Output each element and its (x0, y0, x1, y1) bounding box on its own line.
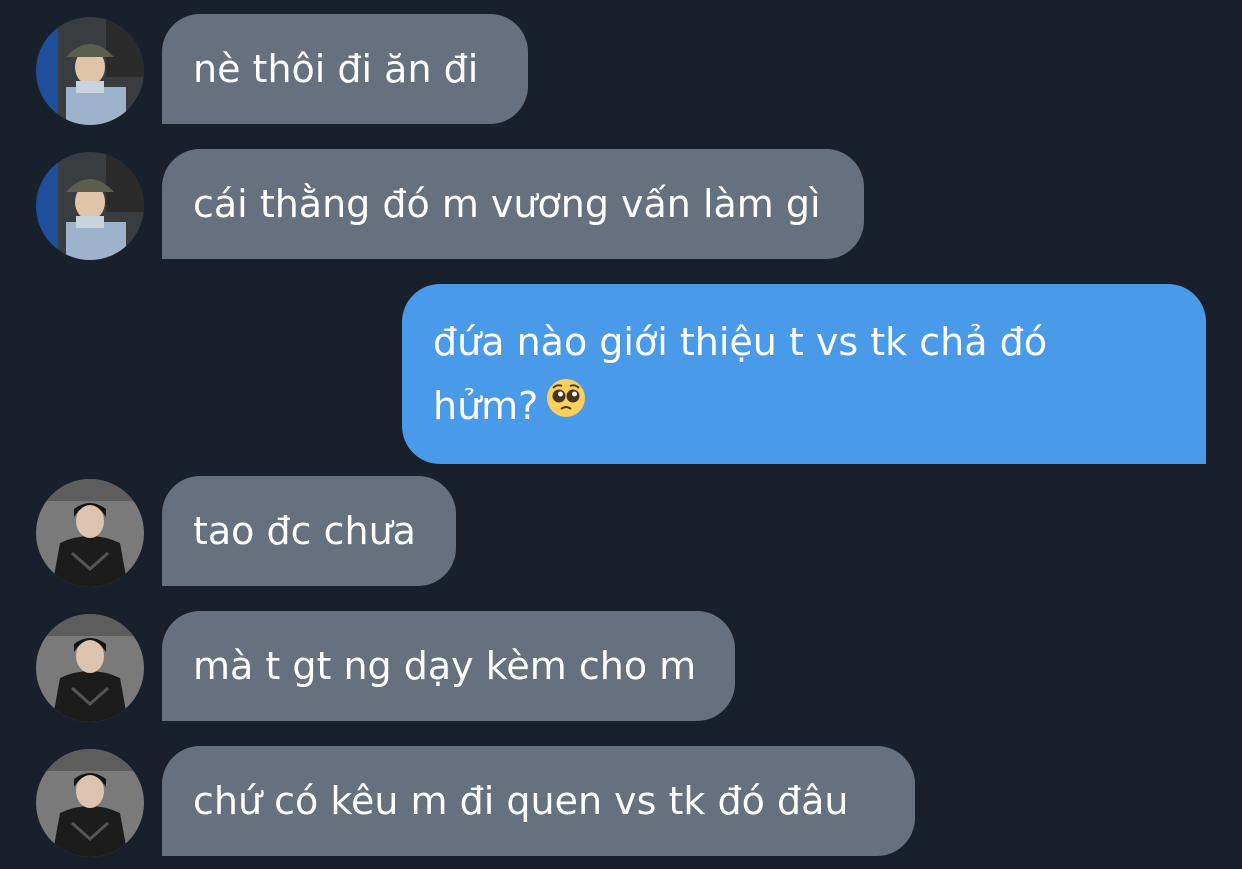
avatar[interactable] (36, 614, 144, 722)
avatar[interactable] (36, 152, 144, 260)
message-row: cái thằng đó m vương vấn làm gì (0, 149, 1242, 261)
received-message-bubble[interactable]: cái thằng đó m vương vấn làm gì (162, 149, 864, 259)
avatar[interactable] (36, 479, 144, 587)
pleading-face-emoji-icon (546, 373, 586, 437)
message-text-line: hửm? (433, 374, 1176, 438)
message-text: chứ có kêu m đi quen vs tk đó đâu (193, 779, 849, 823)
avatar[interactable] (36, 749, 144, 857)
received-message-bubble[interactable]: nè thôi đi ăn đi (162, 14, 528, 124)
message-text: hửm? (433, 384, 539, 428)
message-text: cái thằng đó m vương vấn làm gì (193, 182, 821, 226)
message-text-line: đứa nào giới thiệu t vs tk chả đó (433, 320, 1047, 364)
message-text: nè thôi đi ăn đi (193, 47, 479, 91)
message-row: chứ có kêu m đi quen vs tk đó đâu (0, 746, 1242, 858)
received-message-bubble[interactable]: tao đc chưa (162, 476, 456, 586)
message-row: nè thôi đi ăn đi (0, 14, 1242, 126)
message-text: mà t gt ng dạy kèm cho m (193, 644, 697, 688)
sent-message-bubble[interactable]: đứa nào giới thiệu t vs tk chả đó hửm? (402, 284, 1206, 464)
message-row: đứa nào giới thiệu t vs tk chả đó hửm? (0, 284, 1242, 464)
received-message-bubble[interactable]: mà t gt ng dạy kèm cho m (162, 611, 735, 721)
received-message-bubble[interactable]: chứ có kêu m đi quen vs tk đó đâu (162, 746, 915, 856)
message-text: tao đc chưa (193, 509, 416, 553)
avatar[interactable] (36, 17, 144, 125)
message-row: mà t gt ng dạy kèm cho m (0, 611, 1242, 723)
message-row: tao đc chưa (0, 476, 1242, 588)
